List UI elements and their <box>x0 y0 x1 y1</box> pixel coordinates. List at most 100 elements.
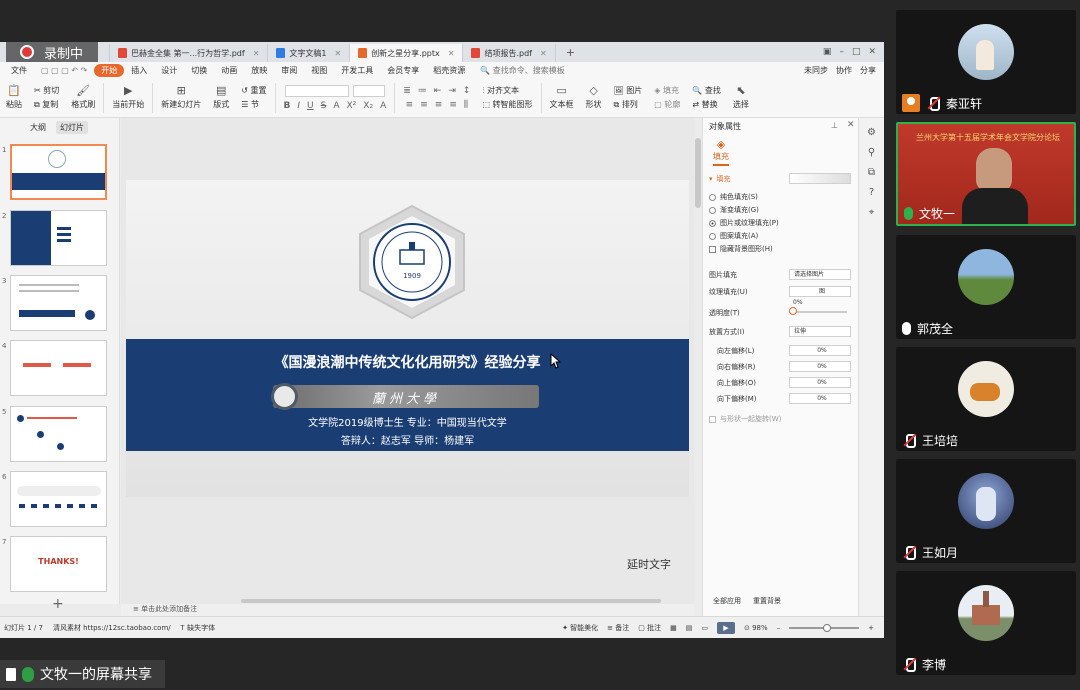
reset-button[interactable]: ↺ 重置 <box>241 85 266 96</box>
arrange-button[interactable]: ⧉ 排列 <box>614 99 638 110</box>
texture-fill-select[interactable]: 图 <box>789 286 851 297</box>
tab-report-pdf[interactable]: 结项报告.pdf ✕ <box>463 44 556 62</box>
sorter-view-icon[interactable]: ▤ <box>686 624 693 632</box>
add-slide-icon[interactable]: + <box>52 596 64 612</box>
textbox-button[interactable]: ▭ 文本框 <box>544 85 580 110</box>
hide-background-option[interactable]: 隐藏背景图形(H) <box>709 244 773 254</box>
align-buttons[interactable]: ≡ ≡ ≡ ≡ ⫼ <box>406 100 468 110</box>
maximize-icon[interactable]: □ <box>852 47 861 57</box>
copy-icon[interactable]: ⧉ <box>859 167 884 178</box>
offset-top-input[interactable]: 0% <box>789 377 851 388</box>
tab-pptx[interactable]: 创新之星分享.pptx ✕ <box>350 44 464 62</box>
transparency-slider[interactable]: 0% <box>789 299 847 315</box>
collab-button[interactable]: 协作 <box>836 65 852 76</box>
font-size-select[interactable] <box>352 84 385 97</box>
picture-fill-option[interactable]: 图片或纹理填充(P) <box>709 218 779 228</box>
smart-beautify-button[interactable]: ✦ 智能美化 <box>562 623 598 633</box>
smart-graphic-button[interactable]: ⬚ 转智能图形 <box>482 99 532 110</box>
participant-tile[interactable]: 王培培 <box>896 347 1076 451</box>
picture-button[interactable]: 🖼 图片 <box>614 85 643 96</box>
format-painter-button[interactable]: 🖌 格式刷 <box>65 85 101 110</box>
menu-review[interactable]: 审阅 <box>274 65 304 76</box>
zoom-out-icon[interactable]: – <box>777 624 781 632</box>
radio-button-selected[interactable] <box>709 219 716 227</box>
outline-button[interactable]: ▢ 轮廓 <box>654 99 680 110</box>
menu-view[interactable]: 视图 <box>304 65 334 76</box>
participant-tile[interactable]: 郭茂全 <box>896 235 1076 339</box>
layout-button[interactable]: ▤ 版式 <box>207 85 235 110</box>
tab-slides[interactable]: 幻灯片 <box>56 120 88 134</box>
fill-color-select[interactable] <box>789 173 851 184</box>
zoom-slider[interactable] <box>789 623 860 632</box>
radio-button[interactable] <box>709 232 716 240</box>
offset-left-input[interactable]: 0% <box>789 345 851 356</box>
slider-handle[interactable] <box>789 307 797 315</box>
close-icon[interactable]: ✕ <box>334 49 341 58</box>
recording-indicator[interactable]: 录制中 <box>6 42 98 62</box>
offset-bottom-input[interactable]: 0% <box>789 393 851 404</box>
scrollbar-thumb[interactable] <box>695 138 701 208</box>
slide-canvas[interactable]: 1909 《国漫浪潮中传统文化化用研究》经验分享 蘭州大學 文学院2019级博士… <box>121 118 762 604</box>
sync-button[interactable]: 未同步 <box>804 65 828 76</box>
font-name-select[interactable] <box>284 84 349 97</box>
font-format-buttons[interactable]: B I U S A X² X₂ A <box>284 101 387 111</box>
replace-button[interactable]: ⇄ 替换 <box>692 99 717 110</box>
command-search[interactable]: 🔍 查找命令、搜索模板 <box>480 65 565 76</box>
location-icon[interactable]: ⌖ <box>859 207 884 218</box>
apply-all-button[interactable]: 全部应用 <box>713 596 741 606</box>
presenter-info[interactable]: 文学院2019级博士生 专业：中国现当代文学 <box>126 414 689 429</box>
checkbox[interactable] <box>709 415 716 423</box>
gradient-fill-option[interactable]: 渐变填充(G) <box>709 205 759 215</box>
slide-thumbnail[interactable]: 3 <box>0 275 120 333</box>
radio-button[interactable] <box>709 206 716 214</box>
notes-button[interactable]: ≡ 备注 <box>607 623 629 633</box>
participant-tile[interactable]: 王如月 <box>896 459 1076 563</box>
fill-section-header[interactable]: ▾ 填充 <box>709 174 731 184</box>
rotate-with-shape-option[interactable]: 与形状一起旋转(W) <box>709 414 781 424</box>
tab-word-doc[interactable]: 文字文稿1 ✕ <box>268 44 351 62</box>
settings-icon[interactable]: ⚙ <box>859 127 884 138</box>
play-from-current-button[interactable]: ▶ 当前开始 <box>106 85 150 110</box>
zoom-value[interactable]: ⊙ 98% <box>744 624 768 632</box>
menu-member[interactable]: 会员专享 <box>380 65 426 76</box>
new-tab-icon[interactable]: + <box>556 46 585 59</box>
participant-tile-active[interactable]: 兰州大学第十五届学术年会文学院分论坛 文牧一 <box>896 122 1076 226</box>
theme-name[interactable]: 清风素材 https://12sc.taobao.com/ <box>53 623 171 633</box>
close-window-icon[interactable]: ✕ <box>868 47 876 57</box>
reset-background-button[interactable]: 重置背景 <box>753 596 781 606</box>
find-button[interactable]: 🔍 查找 <box>692 85 721 96</box>
select-button[interactable]: ⬉ 选择 <box>727 85 755 110</box>
offset-right-input[interactable]: 0% <box>789 361 851 372</box>
section-button[interactable]: ☰ 节 <box>241 99 259 110</box>
layout-icon[interactable]: ▣ <box>823 47 832 57</box>
current-slide[interactable]: 1909 《国漫浪潮中传统文化化用研究》经验分享 蘭州大學 文学院2019级博士… <box>126 180 689 497</box>
vertical-scrollbar[interactable] <box>694 118 702 604</box>
missing-font-button[interactable]: Ꭲ 缺失字体 <box>181 623 215 633</box>
menu-home[interactable]: 开始 <box>94 63 125 77</box>
participant-tile[interactable]: 李博 <box>896 571 1076 675</box>
pattern-fill-option[interactable]: 图案填充(A) <box>709 231 758 241</box>
list-buttons[interactable]: ≣ ≔ ⇤ ⇥ ↕ <box>403 86 470 96</box>
zoom-in-icon[interactable]: + <box>868 624 874 632</box>
slide-thumbnail[interactable]: 7 THANKS! <box>0 536 120 594</box>
defender-info[interactable]: 答辩人：赵志军 导师：杨建军 <box>126 432 689 447</box>
pin-icon[interactable]: ⚲ <box>859 147 884 158</box>
fill-button[interactable]: ◈ 填充 <box>654 85 679 96</box>
menu-developer[interactable]: 开发工具 <box>334 65 380 76</box>
slide-thumbnail[interactable]: 1 <box>0 144 120 202</box>
tab-bakhtin-pdf[interactable]: 巴赫金全集 第一...行为哲学.pdf ✕ <box>110 44 269 62</box>
align-text-button[interactable]: ⫶ 对齐文本 <box>482 85 519 96</box>
close-icon[interactable]: ✕ <box>448 49 455 58</box>
placement-select[interactable]: 拉伸 <box>789 326 851 337</box>
normal-view-icon[interactable]: ▦ <box>670 624 677 632</box>
participant-tile[interactable]: 秦亚轩 <box>896 10 1076 114</box>
new-slide-button[interactable]: ⊞ 新建幻灯片 <box>155 85 207 110</box>
share-button[interactable]: 分享 <box>860 65 876 76</box>
scrollbar-thumb[interactable] <box>241 599 661 603</box>
menu-transition[interactable]: 切换 <box>184 65 214 76</box>
tab-outline[interactable]: 大纲 <box>30 122 46 133</box>
picture-fill-select[interactable]: 请选择图片 <box>789 269 851 280</box>
menu-docer[interactable]: 稻壳资源 <box>426 65 472 76</box>
close-icon[interactable]: ✕ <box>253 49 260 58</box>
close-icon[interactable]: ✕ <box>847 120 855 130</box>
